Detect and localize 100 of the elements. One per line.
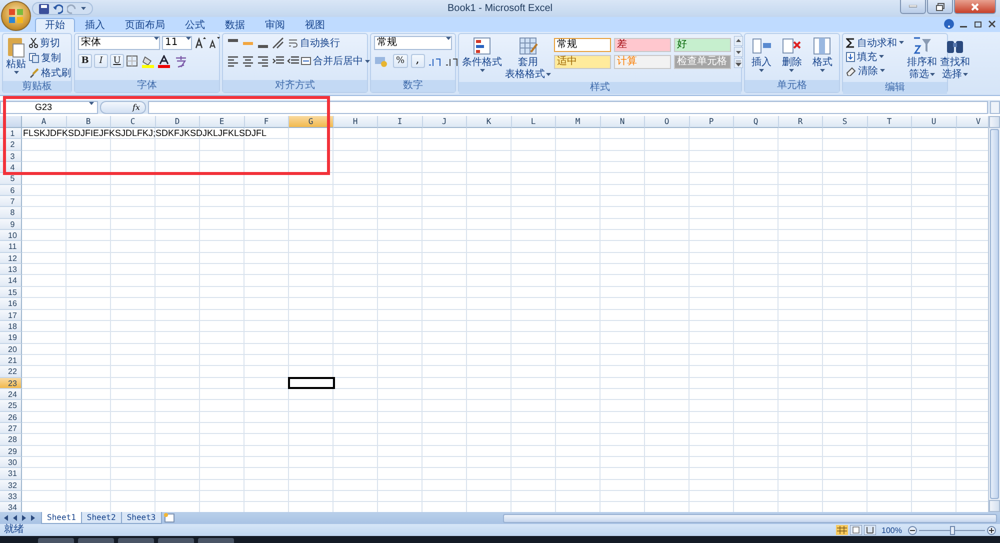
caret-icon[interactable]: [186, 37, 191, 40]
row-header[interactable]: 14: [0, 275, 22, 287]
scroll-up-icon[interactable]: [734, 36, 743, 46]
column-header[interactable]: S: [823, 116, 868, 128]
column-header[interactable]: R: [778, 116, 823, 128]
column-header[interactable]: C: [111, 116, 156, 128]
eraser-icon[interactable]: [846, 66, 856, 76]
column-header[interactable]: N: [600, 116, 645, 128]
ribbon-tab[interactable]: 开始: [35, 18, 75, 32]
row-header[interactable]: 23: [0, 378, 22, 389]
column-header[interactable]: H: [334, 116, 378, 128]
row-header[interactable]: 26: [0, 412, 22, 423]
column-header[interactable]: A: [22, 116, 66, 128]
font-name-field[interactable]: 宋体: [78, 36, 160, 50]
row-header[interactable]: 15: [0, 286, 22, 298]
caret-icon[interactable]: [81, 7, 86, 10]
more-icon[interactable]: [734, 58, 743, 68]
column-header[interactable]: K: [467, 116, 512, 128]
column-header[interactable]: U: [912, 116, 956, 128]
caret-icon[interactable]: [963, 73, 968, 76]
sheet-tab[interactable]: Sheet3: [120, 512, 162, 524]
fill-color-icon[interactable]: [142, 54, 156, 68]
row-header[interactable]: 33: [0, 491, 22, 502]
caret-icon[interactable]: [899, 41, 904, 44]
caret-icon[interactable]: [154, 37, 159, 40]
font-color-icon[interactable]: [158, 54, 172, 68]
row-header[interactable]: 27: [0, 422, 22, 434]
page-layout-icon[interactable]: [850, 525, 862, 535]
caret-icon[interactable]: [365, 60, 370, 62]
caret-icon[interactable]: [789, 69, 794, 72]
zoom-in-icon[interactable]: [987, 526, 996, 534]
cell-style-swatch[interactable]: 适中: [554, 55, 611, 69]
copy-icon[interactable]: [29, 52, 39, 62]
bold-button[interactable]: B: [78, 54, 92, 68]
comma-button[interactable]: ,: [410, 54, 425, 68]
row-header[interactable]: 21: [0, 354, 22, 366]
office-button[interactable]: [1, 1, 31, 31]
column-header[interactable]: I: [378, 116, 422, 128]
column-header[interactable]: B: [66, 116, 111, 128]
grow-font-icon[interactable]: [194, 36, 206, 50]
paste-button[interactable]: 粘贴: [6, 36, 26, 74]
save-icon[interactable]: [39, 4, 49, 14]
caret-icon[interactable]: [546, 73, 551, 76]
next-sheet-icon[interactable]: [21, 515, 27, 521]
column-header[interactable]: J: [422, 116, 467, 128]
column-header[interactable]: G: [289, 116, 334, 128]
align-text-icon[interactable]: [256, 54, 270, 68]
ribbon-tab[interactable]: 数据: [215, 18, 255, 32]
align-text-icon[interactable]: [241, 54, 255, 68]
ribbon-tab[interactable]: 视图: [295, 18, 335, 32]
merge-center-button[interactable]: 合并后居中: [301, 54, 370, 68]
name-box[interactable]: G23: [0, 100, 98, 114]
underline-button[interactable]: U: [110, 54, 124, 68]
cut-button[interactable]: 剪切: [29, 36, 60, 49]
row-header[interactable]: 8: [0, 207, 22, 219]
wrap-text-button[interactable]: 自动换行: [288, 36, 340, 50]
caret-icon[interactable]: [446, 37, 451, 40]
horizontal-scrollbar[interactable]: [500, 512, 1000, 524]
caret-icon[interactable]: [930, 73, 935, 76]
first-sheet-icon[interactable]: [3, 515, 9, 521]
close-icon[interactable]: [988, 20, 996, 28]
table-cell[interactable]: FLSKJDFKSDJFIEJFKSJDLFKJ;SDKFJKSDJKLJFKLSDJFL: [23, 128, 267, 139]
format-painter-button[interactable]: 格式刷: [29, 66, 71, 79]
insert-function-button[interactable]: fx: [100, 100, 146, 114]
format-as-table-button[interactable]: 套用 表格格式: [505, 36, 551, 80]
italic-button[interactable]: I: [94, 54, 108, 68]
column-header[interactable]: D: [156, 116, 200, 128]
column-header[interactable]: P: [690, 116, 734, 128]
merge-cells-icon[interactable]: [301, 56, 311, 66]
row-header[interactable]: 9: [0, 218, 22, 230]
column-header[interactable]: F: [244, 116, 289, 128]
row-header[interactable]: 16: [0, 298, 22, 310]
scissors-icon[interactable]: [29, 38, 38, 48]
vertical-scrollbar[interactable]: [988, 116, 1000, 512]
row-header[interactable]: 17: [0, 310, 22, 321]
active-cell[interactable]: [288, 376, 334, 389]
find-select-button[interactable]: 查找和 选择: [940, 36, 970, 80]
row-header[interactable]: 24: [0, 388, 22, 400]
row-header[interactable]: 25: [0, 400, 22, 412]
cell-style-swatch[interactable]: 常规: [554, 38, 611, 52]
caret-icon[interactable]: [480, 69, 484, 72]
row-header[interactable]: 31: [0, 468, 22, 480]
undo-icon[interactable]: [53, 4, 63, 14]
prev-sheet-icon[interactable]: [12, 515, 18, 521]
copy-button[interactable]: 复制: [29, 51, 61, 64]
column-header[interactable]: V: [956, 116, 988, 128]
ribbon-tab[interactable]: 插入: [75, 18, 115, 32]
border-icon[interactable]: [126, 55, 140, 67]
column-header[interactable]: E: [200, 116, 244, 128]
number-format-field[interactable]: 常规: [374, 36, 452, 50]
column-header[interactable]: Q: [734, 116, 778, 128]
zoom-slider-thumb[interactable]: [950, 526, 955, 534]
cell-style-swatch[interactable]: 差: [614, 38, 671, 52]
row-header[interactable]: 34: [0, 502, 22, 512]
row-header[interactable]: 28: [0, 434, 22, 446]
column-header[interactable]: M: [556, 116, 600, 128]
autosum-button[interactable]: 自动求和: [846, 36, 904, 49]
percent-button[interactable]: %: [393, 54, 408, 68]
row-header[interactable]: 32: [0, 480, 22, 491]
caret-icon[interactable]: [880, 69, 885, 72]
